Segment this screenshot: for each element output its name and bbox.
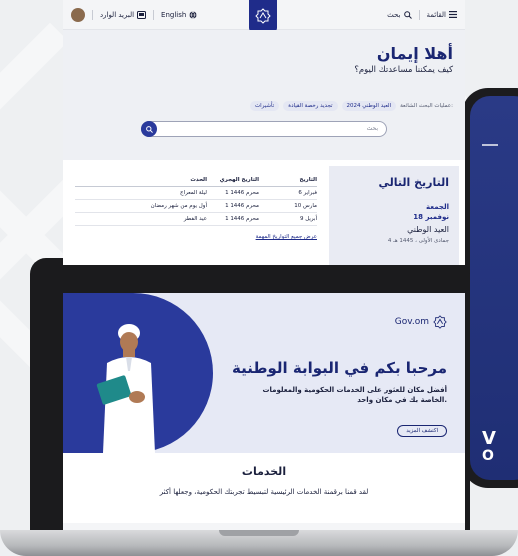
phone-glyph: O [482,448,494,464]
laptop-notch [219,530,299,536]
topbar-right-group: بحث القائمة [387,9,457,20]
gov-logo-icon [433,315,447,329]
laptop-bezel-gap [63,265,465,293]
table-row: عيد الفطر 1 محرم 1446 9 أبريل [75,213,317,226]
view-all-dates-link[interactable]: عرض جميع التواريخ المهمة [75,234,317,240]
hijri-date: 1 محرم 1446 [225,190,259,196]
event-date: 10 مارس [294,203,317,209]
table-header: الحدث التاريخ الهجري التاريخ [75,174,317,187]
next-date-day: الجمعة [426,203,449,211]
important-dates-section: الحدث التاريخ الهجري التاريخ ليلة المعرا… [63,160,465,265]
search-input[interactable]: بحث [141,121,387,137]
column-header: التاريخ الهجري [219,177,259,183]
search-label: بحث [387,10,401,19]
table-row: أول يوم من شهر رمضان 1 محرم 1446 10 مارس [75,200,317,213]
popular-chip[interactable]: تجديد رخصة القيادة [283,101,338,111]
services-title: الخدمات [241,465,287,478]
next-date-hijri: 4 جمادى الأولى ، 1445 هـ [387,238,449,244]
phone-screen: V O [470,96,518,480]
popular-chip[interactable]: تأشيرات [250,101,280,111]
menu-button[interactable]: القائمة [426,10,457,19]
phone-device: V O [462,88,518,488]
next-date-card: التاريخ التالي الجمعة 18 نوفمبر العيد ال… [329,166,459,265]
greeting-subtitle: كيف يمكننا مساعدتك اليوم؟ [354,65,453,75]
search-button[interactable] [141,121,157,137]
promo-title: مرحبا بكم في البوابة الوطنية [231,359,447,377]
mail-icon [137,10,147,19]
hamburger-icon [449,11,457,18]
column-header: الحدث [190,177,207,183]
promo-banner: Gov.om مرحبا بكم في البوابة الوطنية أفضل… [63,293,465,453]
hijri-date: 1 محرم 1446 [225,216,259,222]
topbar-left-group: البريد الوارد English [71,7,197,22]
search-icon [403,10,412,19]
services-description: لقد قمنا برقمنة الخدمات الرئيسية لتبسيط … [159,488,369,496]
table-row: ليلة المعراج 1 محرم 1446 6 فبراير [75,187,317,200]
search-placeholder: بحث [366,125,378,132]
language-label: English [161,10,187,19]
events-table: الحدث التاريخ الهجري التاريخ ليلة المعرا… [69,166,323,265]
column-header: التاريخ [299,177,317,183]
next-date-date: 18 نوفمبر [413,213,449,221]
event-date: 6 فبراير [298,190,317,196]
person-illustration [96,324,155,453]
popular-searches-label: عمليات البحث الشائعة: [400,103,453,109]
event-name: ليلة المعراج [179,190,207,196]
inbox-link[interactable]: البريد الوارد [100,10,147,19]
popular-chip[interactable]: العيد الوطني 2024 [341,101,397,111]
gov-logo-icon [255,8,271,24]
globe-icon [189,10,197,19]
hero-section: أهلا إيمان كيف يمكننا مساعدتك اليوم؟ تأش… [63,30,465,160]
hijri-date: 1 محرم 1446 [225,203,259,209]
search-link[interactable]: بحث [387,10,412,19]
top-bar: البريد الوارد English بحث القائمة [63,0,465,32]
next-date-event: العيد الوطني [407,225,449,234]
gov-logo[interactable] [249,0,277,32]
website: البريد الوارد English بحث القائمة أهلا إ… [63,0,465,530]
promo-logo-text: Gov.om [394,317,429,327]
event-date: 9 أبريل [299,216,317,222]
next-date-title: التاريخ التالي [378,176,449,189]
phone-decor-line [482,144,498,146]
services-section: الخدمات لقد قمنا برقمنة الخدمات الرئيسية… [63,453,465,523]
mail-label: البريد الوارد [100,10,135,19]
avatar[interactable] [71,7,85,22]
promo-logo: Gov.om [395,315,447,329]
search-icon [145,125,153,133]
event-name: عيد الفطر [183,216,207,222]
greeting-title: أهلا إيمان [376,44,453,63]
menu-label: القائمة [426,10,447,19]
event-name: أول يوم من شهر رمضان [150,203,207,209]
phone-glyph: V [482,428,496,449]
popular-searches: تأشيرات تجديد رخصة القيادة العيد الوطني … [75,101,453,111]
promo-description: أفضل مكان للعثور على الخدمات الحكومية وا… [262,386,447,405]
discover-more-button[interactable]: اكتشف المزيد [397,425,447,437]
language-switch[interactable]: English [161,11,197,19]
